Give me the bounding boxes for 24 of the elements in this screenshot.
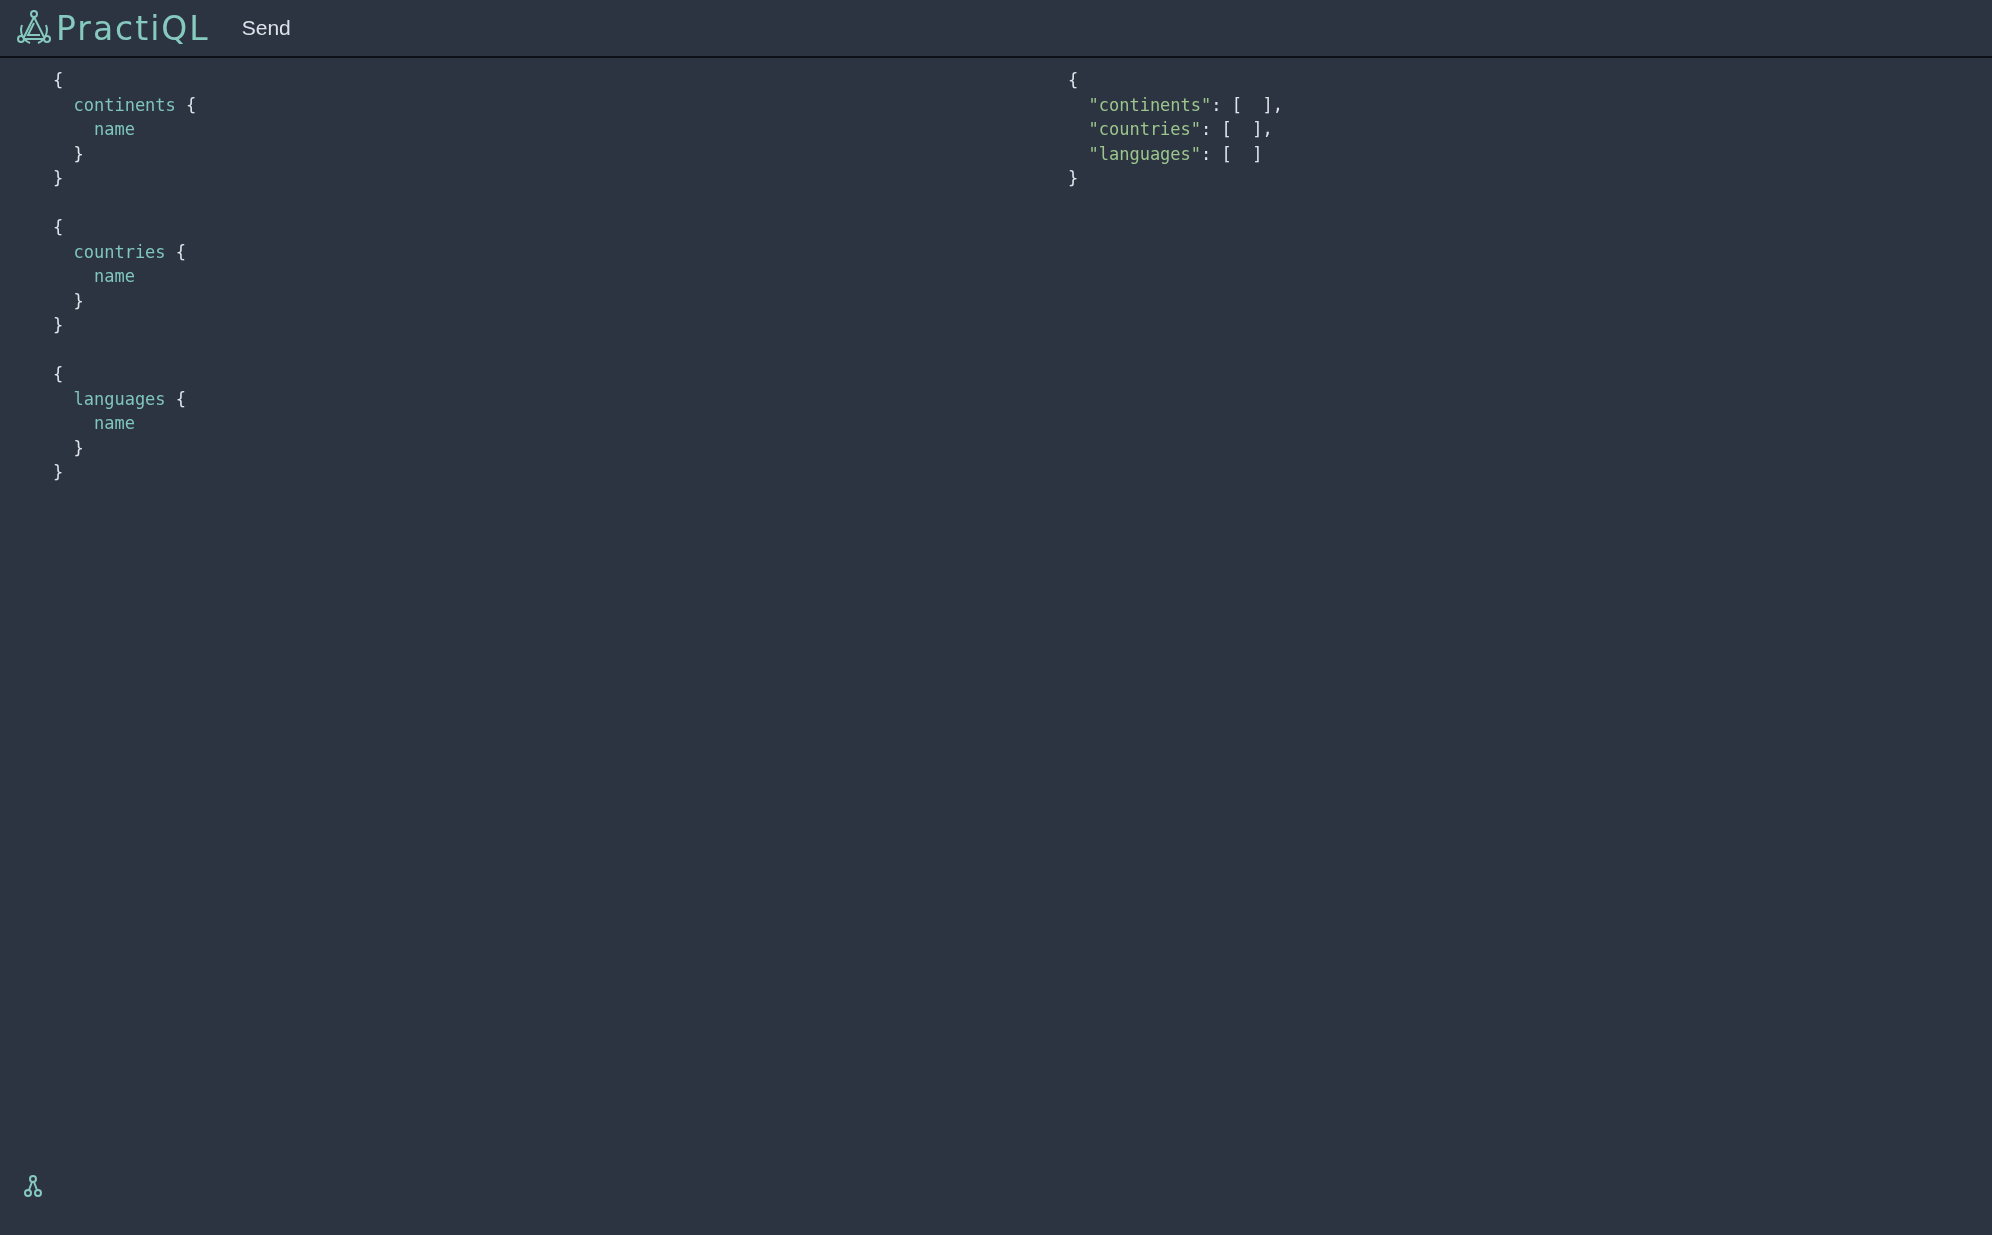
code-line: { [53,216,64,239]
code-line: { [53,363,64,386]
code-line: } [72,142,84,166]
code-line: name [92,265,135,288]
code-line: "languages": [ ] [1087,142,1263,166]
code-line: languages { [72,387,187,411]
code-line: } [1068,167,1079,190]
code-line: } [72,289,84,313]
code-line: } [72,436,84,460]
code-line: { [53,69,64,92]
code-line: name [92,118,135,141]
code-line: continents { [72,93,197,117]
logo-icon [16,9,52,47]
code-line: "countries": [ ], [1087,118,1273,141]
code-line: "continents": [ ], [1087,93,1283,117]
code-line: { [1068,69,1079,92]
app-logo: PractiQL [56,8,210,48]
code-line: } [53,314,64,337]
code-line: } [53,461,64,484]
send-button[interactable]: Send [239,12,293,44]
code-line: name [92,412,135,435]
branch-icon[interactable] [24,1175,42,1197]
code-line: countries { [72,240,187,264]
code-line: } [53,167,64,190]
